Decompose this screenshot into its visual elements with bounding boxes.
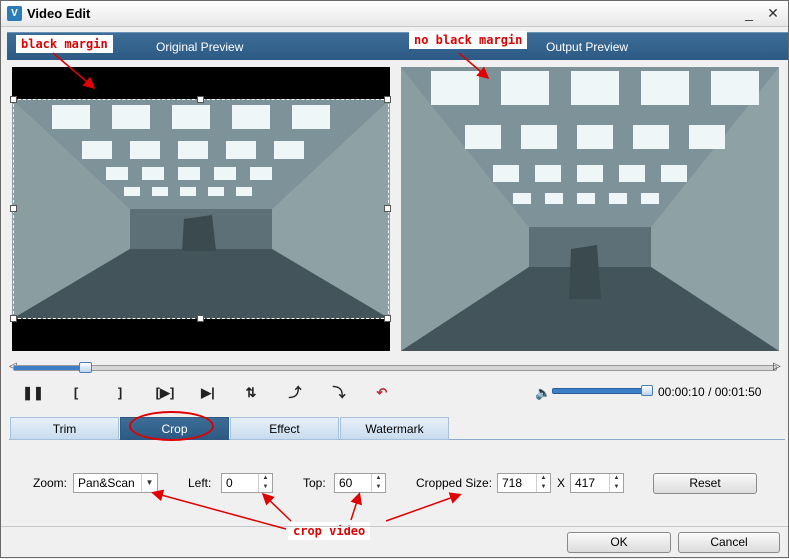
left-value: 0 <box>226 476 233 490</box>
preview-header: Original Preview Output Preview <box>7 32 788 60</box>
volume-thumb[interactable] <box>641 385 653 396</box>
pause-button[interactable]: ❚❚ <box>21 383 45 403</box>
left-stepper[interactable]: 0 ▲ ▼ <box>221 473 273 493</box>
width-value: 718 <box>502 476 523 490</box>
original-preview-label: Original Preview <box>156 40 244 54</box>
flip-vertical-button[interactable]: ⇅ <box>239 383 263 403</box>
crop-handle-right[interactable] <box>384 205 391 212</box>
arrow-to-left <box>261 492 292 522</box>
arrow-to-zoom <box>151 489 287 530</box>
crop-handle-bottom-left[interactable] <box>10 315 17 322</box>
crop-handle-top-left[interactable] <box>10 96 17 103</box>
time-separator: / <box>708 385 712 399</box>
seek-progress <box>14 366 83 370</box>
zoom-label: Zoom: <box>33 476 68 490</box>
crop-handle-bottom[interactable] <box>197 315 204 322</box>
reset-button[interactable]: Reset <box>653 473 757 494</box>
title-bar: V Video Edit _ ✕ <box>1 1 788 27</box>
ok-button[interactable]: OK <box>567 532 671 553</box>
tab-crop[interactable]: Crop <box>120 417 229 440</box>
preview-clip-button[interactable]: [▶] <box>151 383 179 403</box>
stepper-arrows-icon[interactable]: ▲ ▼ <box>609 474 623 492</box>
zoom-value: Pan&Scan <box>78 476 135 490</box>
stepper-arrows-icon[interactable]: ▲ ▼ <box>258 474 272 492</box>
arrow-to-top <box>350 492 362 521</box>
seek-bar[interactable] <box>13 365 777 371</box>
black-margin-callout: black margin <box>16 35 113 53</box>
output-preview-label: Output Preview <box>546 40 629 54</box>
arrow-to-cropped-size <box>385 492 462 522</box>
top-label: Top: <box>303 476 326 490</box>
minimize-button[interactable]: _ <box>739 4 759 22</box>
top-value: 60 <box>339 476 353 490</box>
crop-handle-top-right[interactable] <box>384 96 391 103</box>
app-logo-icon: V <box>7 6 22 21</box>
output-preview-pane <box>401 67 779 351</box>
cancel-button[interactable]: Cancel <box>678 532 780 553</box>
window-title: Video Edit <box>27 6 91 21</box>
speaker-icon[interactable]: 🔈 <box>535 385 551 401</box>
left-label: Left: <box>188 476 212 490</box>
mark-out-button[interactable]: ] <box>108 383 132 403</box>
tab-watermark[interactable]: Watermark <box>340 417 449 440</box>
close-button[interactable]: ✕ <box>763 4 783 22</box>
rotate-right-button[interactable]: ⤴ <box>283 383 307 403</box>
tab-effect[interactable]: Effect <box>230 417 339 440</box>
video-edit-window: V Video Edit _ ✕ Original Preview Output… <box>0 0 789 558</box>
footer-divider <box>1 526 788 527</box>
width-stepper[interactable]: 718 ▲ ▼ <box>497 473 551 493</box>
stepper-arrows-icon[interactable]: ▲ ▼ <box>536 474 550 492</box>
top-stepper[interactable]: 60 ▲ ▼ <box>334 473 386 493</box>
next-frame-button[interactable]: ▶| <box>196 383 220 403</box>
height-value: 417 <box>575 476 596 490</box>
tab-trim[interactable]: Trim <box>10 417 119 440</box>
undo-button[interactable]: ↶ <box>370 383 394 403</box>
cropped-size-label: Cropped Size: <box>416 476 493 490</box>
stepper-arrows-icon[interactable]: ▲ ▼ <box>371 474 385 492</box>
height-stepper[interactable]: 417 ▲ ▼ <box>570 473 624 493</box>
zoom-select[interactable]: Pan&Scan ▼ <box>73 473 158 493</box>
size-separator: X <box>557 476 566 490</box>
seek-thumb[interactable] <box>79 362 92 373</box>
crop-handle-left[interactable] <box>10 205 17 212</box>
time-readout: 00:00:10 / 00:01:50 <box>658 385 761 399</box>
no-black-margin-callout: no black margin <box>409 31 528 49</box>
crop-handle-bottom-right[interactable] <box>384 315 391 322</box>
volume-slider[interactable] <box>552 388 652 394</box>
time-total: 00:01:50 <box>714 385 762 399</box>
original-video-frame <box>12 67 390 351</box>
time-current: 00:00:10 <box>658 385 705 399</box>
chevron-down-icon[interactable]: ▼ <box>141 474 157 492</box>
crop-video-callout: crop video <box>288 522 371 540</box>
output-video-frame <box>401 67 779 351</box>
seek-end-marker-icon: ▷ <box>773 361 781 372</box>
rotate-left-button[interactable]: ⤵ <box>327 383 351 403</box>
original-preview-pane <box>12 67 390 351</box>
crop-handle-top[interactable] <box>197 96 204 103</box>
mark-in-button[interactable]: [ <box>64 383 88 403</box>
